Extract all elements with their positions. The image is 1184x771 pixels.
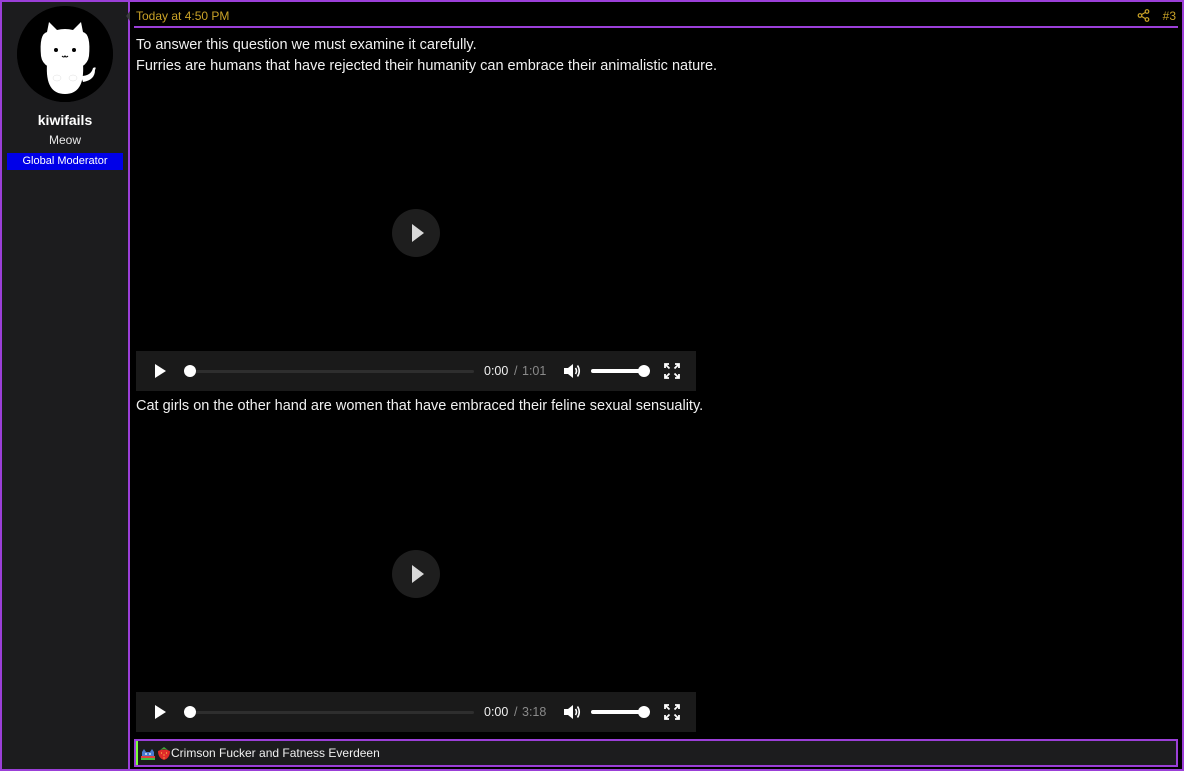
white-cat-avatar-icon [17,6,113,102]
post-container: kiwifails Meow Global Moderator Today at… [0,0,1184,771]
post-text-line: Furries are humans that have rejected th… [136,58,718,74]
video-duration: 3:18 [522,705,547,719]
post-user-sidebar: kiwifails Meow Global Moderator [2,2,130,769]
volume-slider[interactable] [591,710,645,714]
play-icon [412,224,424,242]
volume-icon[interactable] [563,363,581,379]
avatar[interactable] [17,6,113,102]
play-button[interactable] [152,704,168,720]
fullscreen-icon[interactable] [664,704,680,720]
role-badge: Global Moderator [7,153,123,170]
video-progress-handle[interactable] [184,365,196,377]
video-progress-handle[interactable] [184,706,196,718]
rainbow-cat-reaction-icon [141,749,155,760]
post-text-line: To answer this question we must examine … [136,37,477,53]
video-current-time: 0:00 [484,364,509,378]
volume-icon[interactable] [563,704,581,720]
post-header: Today at 4:50 PM #3 [134,4,1178,28]
video-controls: 0:00 / 3:18 [136,692,696,732]
reactions-bar[interactable]: Crimson Fucker and Fatness Everdeen [134,739,1178,767]
video-controls: 0:00 / 1:01 [136,351,696,391]
video-current-time: 0:00 [484,705,509,719]
play-icon [155,705,166,719]
video-player[interactable]: 0:00 / 3:18 [136,422,696,732]
volume-slider-handle[interactable] [638,706,650,718]
video-progress-bar[interactable] [190,370,474,373]
play-icon [155,364,166,378]
post-body: Today at 4:50 PM #3 To answer this quest… [130,2,1182,769]
fullscreen-icon[interactable] [664,363,680,379]
volume-slider[interactable] [591,369,645,373]
strawberry-reaction-icon [158,747,170,760]
video-duration: 1:01 [522,364,547,378]
play-icon [412,565,424,583]
reactions-list-text[interactable]: Crimson Fucker and Fatness Everdeen [171,746,380,760]
volume-slider-handle[interactable] [638,365,650,377]
reaction-icons [140,745,172,761]
play-button[interactable] [152,363,168,379]
video-progress-bar[interactable] [190,711,474,714]
big-play-button[interactable] [392,209,440,257]
share-icon[interactable] [1137,9,1150,22]
post-number-link[interactable]: #3 [1163,9,1176,23]
user-title: Meow [48,133,81,147]
big-play-button[interactable] [392,550,440,598]
post-text-line: Cat girls on the other hand are women th… [136,398,704,414]
reactions-highlight [136,741,138,765]
video-time-separator: / [514,364,518,378]
video-time-separator: / [514,705,518,719]
post-timestamp[interactable]: Today at 4:50 PM [136,9,229,23]
username[interactable]: kiwifails [2,112,128,128]
video-player[interactable]: 0:00 / 1:01 [136,81,696,391]
